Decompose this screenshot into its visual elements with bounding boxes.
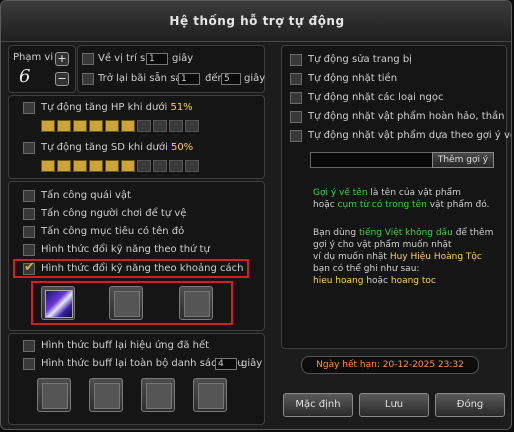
hp-segment[interactable] — [105, 120, 119, 132]
default-button[interactable]: Mặc định — [283, 393, 353, 417]
back-to-spot-checkbox[interactable] — [82, 73, 94, 85]
check-mark-icon: ✔ — [24, 260, 35, 275]
close-dialog-button[interactable]: Đóng — [435, 393, 505, 417]
pick-by-name-checkbox[interactable] — [290, 130, 302, 142]
skill-slot-3[interactable] — [179, 286, 213, 320]
buff-expire-checkbox[interactable] — [23, 340, 35, 352]
attack-red-name-label: Tấn công mục tiêu có tên đỏ — [41, 226, 185, 237]
pick-excellent-checkbox[interactable] — [290, 111, 302, 123]
window-title: Hệ thống hỗ trợ tự động — [169, 14, 345, 28]
buff-expire-label: Hình thức buff lại hiệu ứng đã hết — [41, 340, 210, 351]
buff-list-unit: giây — [241, 358, 263, 369]
hp-sd-panel: Tự động tăng HP khi dưới 51% Tự động tăn… — [8, 95, 265, 179]
back-unit: giây — [244, 73, 266, 84]
skill-order-checkbox[interactable] — [23, 244, 35, 256]
sd-segment[interactable] — [169, 160, 183, 172]
range-plus-button[interactable]: + — [55, 52, 69, 66]
hp-segment[interactable] — [73, 120, 87, 132]
buff-list-checkbox[interactable] — [23, 358, 35, 370]
auto-support-window: Hệ thống hỗ trợ tự động Phạm vi 6 + − Về… — [0, 0, 512, 430]
attack-monster-checkbox[interactable] — [23, 190, 35, 202]
sd-segment[interactable] — [121, 160, 135, 172]
hp-segment[interactable] — [169, 120, 183, 132]
expiry-date: Ngày hết hạn: 20-12-2025 23:32 — [301, 356, 479, 374]
title-bar[interactable]: Hệ thống hỗ trợ tự động — [1, 1, 511, 42]
attack-player-label: Tấn công người chơi để tự vệ — [41, 208, 187, 219]
back-to-spot-label: Trở lại bãi sẵn sau — [98, 73, 188, 84]
hp-segment[interactable] — [89, 120, 103, 132]
hp-segment[interactable] — [153, 120, 167, 132]
buff-slot-1[interactable] — [37, 378, 71, 412]
pick-money-label: Tự động nhặt tiền — [308, 73, 398, 84]
auto-repair-label: Tự động sửa trang bị — [308, 54, 412, 65]
sd-segment[interactable] — [153, 160, 167, 172]
back-to-input[interactable]: 5 — [221, 73, 241, 85]
range-minus-button[interactable]: − — [55, 72, 69, 86]
skill-distance-label: Hình thức đổi kỹ năng theo khoảng cách — [41, 263, 244, 274]
hp-percent: 51% — [170, 102, 193, 113]
attack-red-name-checkbox[interactable] — [23, 226, 35, 238]
attack-player-checkbox[interactable] — [23, 208, 35, 220]
sd-threshold-bar[interactable] — [41, 160, 199, 172]
return-position-unit: giây — [172, 53, 194, 64]
range-panel: Phạm vi 6 + − — [8, 45, 76, 93]
auto-repair-checkbox[interactable] — [290, 54, 302, 66]
pick-money-checkbox[interactable] — [290, 73, 302, 85]
range-value: 6 — [19, 66, 31, 87]
return-position-input[interactable]: 1 — [146, 53, 168, 65]
auto-sd-label: Tự động tăng SD khi dưới 50% — [41, 142, 194, 153]
add-hint-button[interactable]: Thêm gợi ý — [432, 152, 494, 168]
buff-list-label: Hình thức buff lại toàn bộ danh sách sau — [41, 358, 244, 369]
return-options-panel: Về vị trí sau 1 giây Trở lại bãi sẵn sau… — [77, 45, 265, 93]
hp-threshold-bar[interactable] — [41, 120, 199, 132]
attack-panel: Tấn công quái vật Tấn công người chơi để… — [8, 181, 265, 331]
sd-percent: 50% — [170, 142, 194, 153]
sd-segment[interactable] — [89, 160, 103, 172]
skill-order-label: Hình thức đổi kỹ năng theo thứ tự — [41, 244, 210, 255]
pick-excellent-label: Tự động nhặt vật phẩm hoàn hảo, thần — [308, 111, 505, 122]
auto-hp-checkbox[interactable] — [23, 102, 35, 114]
sd-segment[interactable] — [137, 160, 151, 172]
skill-icon — [45, 290, 73, 318]
pick-jewel-checkbox[interactable] — [290, 92, 302, 104]
hp-segment[interactable] — [57, 120, 71, 132]
hp-segment[interactable] — [137, 120, 151, 132]
hp-segment[interactable] — [121, 120, 135, 132]
hp-segment[interactable] — [185, 120, 199, 132]
buff-slot-2[interactable] — [89, 378, 123, 412]
buff-slot-4[interactable] — [193, 378, 227, 412]
buff-list-input[interactable]: 4 — [215, 358, 237, 370]
sd-segment[interactable] — [73, 160, 87, 172]
hint-info-text-1: Gợi ý về tên là tên của vật phẩm hoặc cụ… — [313, 188, 490, 210]
skill-distance-checkbox[interactable]: ✔ — [23, 260, 35, 275]
return-position-checkbox[interactable] — [82, 53, 94, 65]
buff-slot-3[interactable] — [141, 378, 175, 412]
sd-segment[interactable] — [185, 160, 199, 172]
skill-slot-1[interactable] — [41, 286, 75, 320]
skill-slot-2[interactable] — [109, 286, 143, 320]
pick-by-name-label: Tự động nhặt vật phẩm dựa theo gợi ý về … — [308, 130, 511, 141]
auto-sd-checkbox[interactable] — [23, 142, 35, 154]
buff-panel: Hình thức buff lại hiệu ứng đã hết Hình … — [8, 333, 265, 425]
pick-jewel-label: Tự động nhặt các loại ngọc — [308, 92, 444, 103]
sd-segment[interactable] — [57, 160, 71, 172]
sd-segment[interactable] — [41, 160, 55, 172]
save-button[interactable]: Lưu — [359, 393, 429, 417]
auto-hp-label: Tự động tăng HP khi dưới 51% — [41, 102, 193, 113]
attack-monster-label: Tấn công quái vật — [41, 190, 131, 201]
hp-segment[interactable] — [41, 120, 55, 132]
hint-info-text-2: Bạn dùng tiếng Việt không dấu để thêm gợ… — [313, 228, 494, 286]
sd-segment[interactable] — [105, 160, 119, 172]
range-label: Phạm vi — [13, 52, 54, 63]
back-from-input[interactable]: 1 — [178, 73, 200, 85]
